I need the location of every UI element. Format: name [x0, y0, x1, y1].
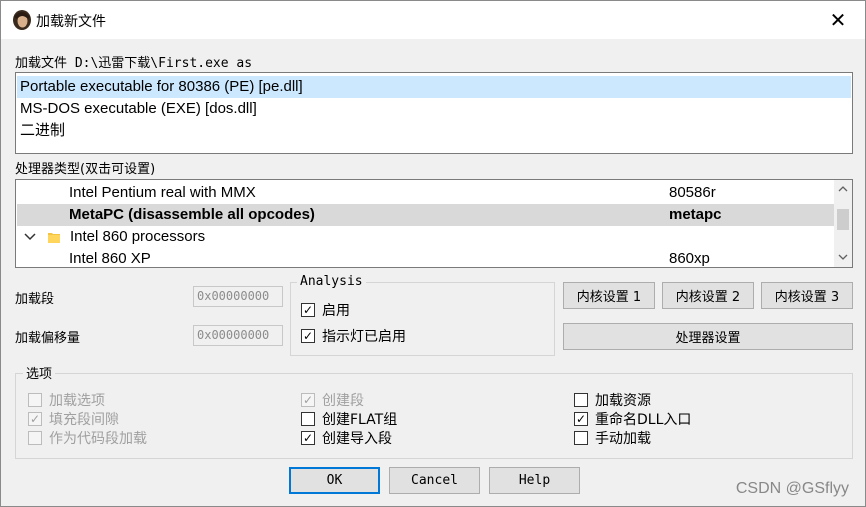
indicator-enabled-checkbox[interactable]: ✓ 指示灯已启用: [301, 327, 406, 345]
checkbox-label: 指示灯已启用: [322, 329, 406, 345]
checkbox-label: 填充段间隙: [49, 412, 119, 428]
processor-settings-button[interactable]: 处理器设置: [563, 323, 853, 350]
checkbox-label: 创建FLAT组: [322, 412, 398, 428]
file-path-label: 加载文件 D:\迅雷下载\First.exe as: [15, 56, 253, 71]
folder-icon: [48, 233, 60, 243]
kernel-settings-2-button[interactable]: 内核设置 2: [662, 282, 754, 309]
checkmark-icon: ✓: [28, 412, 42, 426]
file-type-item-pe[interactable]: Portable executable for 80386 (PE) [pe.d…: [17, 76, 851, 98]
processor-row[interactable]: Intel 860 XP 860xp: [17, 248, 834, 267]
load-offset-label: 加载偏移量: [15, 331, 81, 346]
close-button[interactable]: ✕: [815, 1, 861, 39]
scrollbar-thumb[interactable]: [837, 209, 849, 230]
manual-load-checkbox[interactable]: 手动加载: [574, 429, 651, 447]
load-options-checkbox[interactable]: 加载选项: [28, 391, 105, 409]
ida-app-icon: [13, 10, 31, 30]
scroll-down-icon[interactable]: [838, 253, 848, 261]
load-as-code-checkbox[interactable]: 作为代码段加载: [28, 429, 147, 447]
watermark-text: CSDN @GSflyy: [735, 480, 849, 497]
checkbox-empty: [574, 393, 588, 407]
file-type-list[interactable]: Portable executable for 80386 (PE) [pe.d…: [15, 72, 853, 154]
file-type-item-dos[interactable]: MS-DOS executable (EXE) [dos.dll]: [17, 98, 257, 120]
dialog-title: 加载新文件: [36, 14, 106, 30]
load-file-dialog: 加载新文件 ✕ 加载文件 D:\迅雷下载\First.exe as Portab…: [0, 0, 866, 507]
processor-row[interactable]: Intel Pentium real with MMX 80586r: [17, 182, 834, 204]
load-offset-field[interactable]: 0x00000000: [193, 325, 283, 346]
processor-type-label: 处理器类型(双击可设置): [15, 162, 156, 177]
checkbox-empty: [28, 431, 42, 445]
processor-code: 860xp: [669, 250, 710, 267]
checkbox-label: 作为代码段加载: [49, 431, 147, 447]
checkmark-icon: ✓: [301, 393, 315, 407]
processor-list-scrollbar[interactable]: [834, 180, 852, 267]
options-group-title: 选项: [23, 363, 56, 382]
checkbox-label: 加载资源: [595, 393, 651, 409]
load-segment-label: 加载段: [15, 292, 55, 307]
checkbox-label: 加载选项: [49, 393, 105, 409]
checkmark-icon: ✓: [301, 329, 315, 343]
create-flat-group-checkbox[interactable]: 创建FLAT组: [301, 410, 397, 428]
processor-name: Intel Pentium real with MMX: [69, 184, 256, 201]
processor-group-row[interactable]: Intel 860 processors: [17, 226, 834, 248]
processor-list[interactable]: Intel Pentium real with MMX 80586r MetaP…: [15, 179, 853, 268]
checkbox-empty: [301, 412, 315, 426]
rename-dll-checkbox[interactable]: ✓ 重命名DLL入口: [574, 410, 691, 428]
checkbox-label: 启用: [322, 303, 350, 319]
processor-code: metapc: [669, 206, 722, 223]
checkbox-label: 创建导入段: [322, 431, 392, 447]
checkbox-label: 创建段: [322, 393, 364, 409]
fill-gaps-checkbox[interactable]: ✓ 填充段间隙: [28, 410, 119, 428]
load-segment-field[interactable]: 0x00000000: [193, 286, 283, 307]
kernel-settings-1-button[interactable]: 内核设置 1: [563, 282, 655, 309]
cancel-button[interactable]: Cancel: [389, 467, 480, 494]
create-segments-checkbox[interactable]: ✓ 创建段: [301, 391, 364, 409]
checkbox-empty: [574, 431, 588, 445]
processor-row-selected[interactable]: MetaPC (disassemble all opcodes) metapc: [17, 204, 834, 226]
ok-button[interactable]: OK: [289, 467, 380, 494]
title-bar: 加载新文件 ✕: [1, 1, 865, 39]
scroll-up-icon[interactable]: [838, 185, 848, 193]
help-button[interactable]: Help: [489, 467, 580, 494]
processor-name: Intel 860 XP: [69, 250, 151, 267]
checkmark-icon: ✓: [301, 431, 315, 445]
chevron-down-icon[interactable]: [24, 232, 36, 242]
processor-code: 80586r: [669, 184, 716, 201]
close-icon: ✕: [829, 8, 847, 32]
kernel-settings-3-button[interactable]: 内核设置 3: [761, 282, 853, 309]
checkbox-empty: [28, 393, 42, 407]
processor-name: MetaPC (disassemble all opcodes): [69, 206, 315, 223]
analysis-group-title: Analysis: [297, 274, 366, 289]
file-type-item-binary[interactable]: 二进制: [17, 120, 65, 142]
checkmark-icon: ✓: [301, 303, 315, 317]
checkmark-icon: ✓: [574, 412, 588, 426]
create-imports-checkbox[interactable]: ✓ 创建导入段: [301, 429, 392, 447]
checkbox-label: 手动加载: [595, 431, 651, 447]
processor-name: Intel 860 processors: [70, 228, 206, 245]
load-resources-checkbox[interactable]: 加载资源: [574, 391, 651, 409]
analysis-enable-checkbox[interactable]: ✓ 启用: [301, 301, 350, 319]
checkbox-label: 重命名DLL入口: [595, 412, 692, 428]
